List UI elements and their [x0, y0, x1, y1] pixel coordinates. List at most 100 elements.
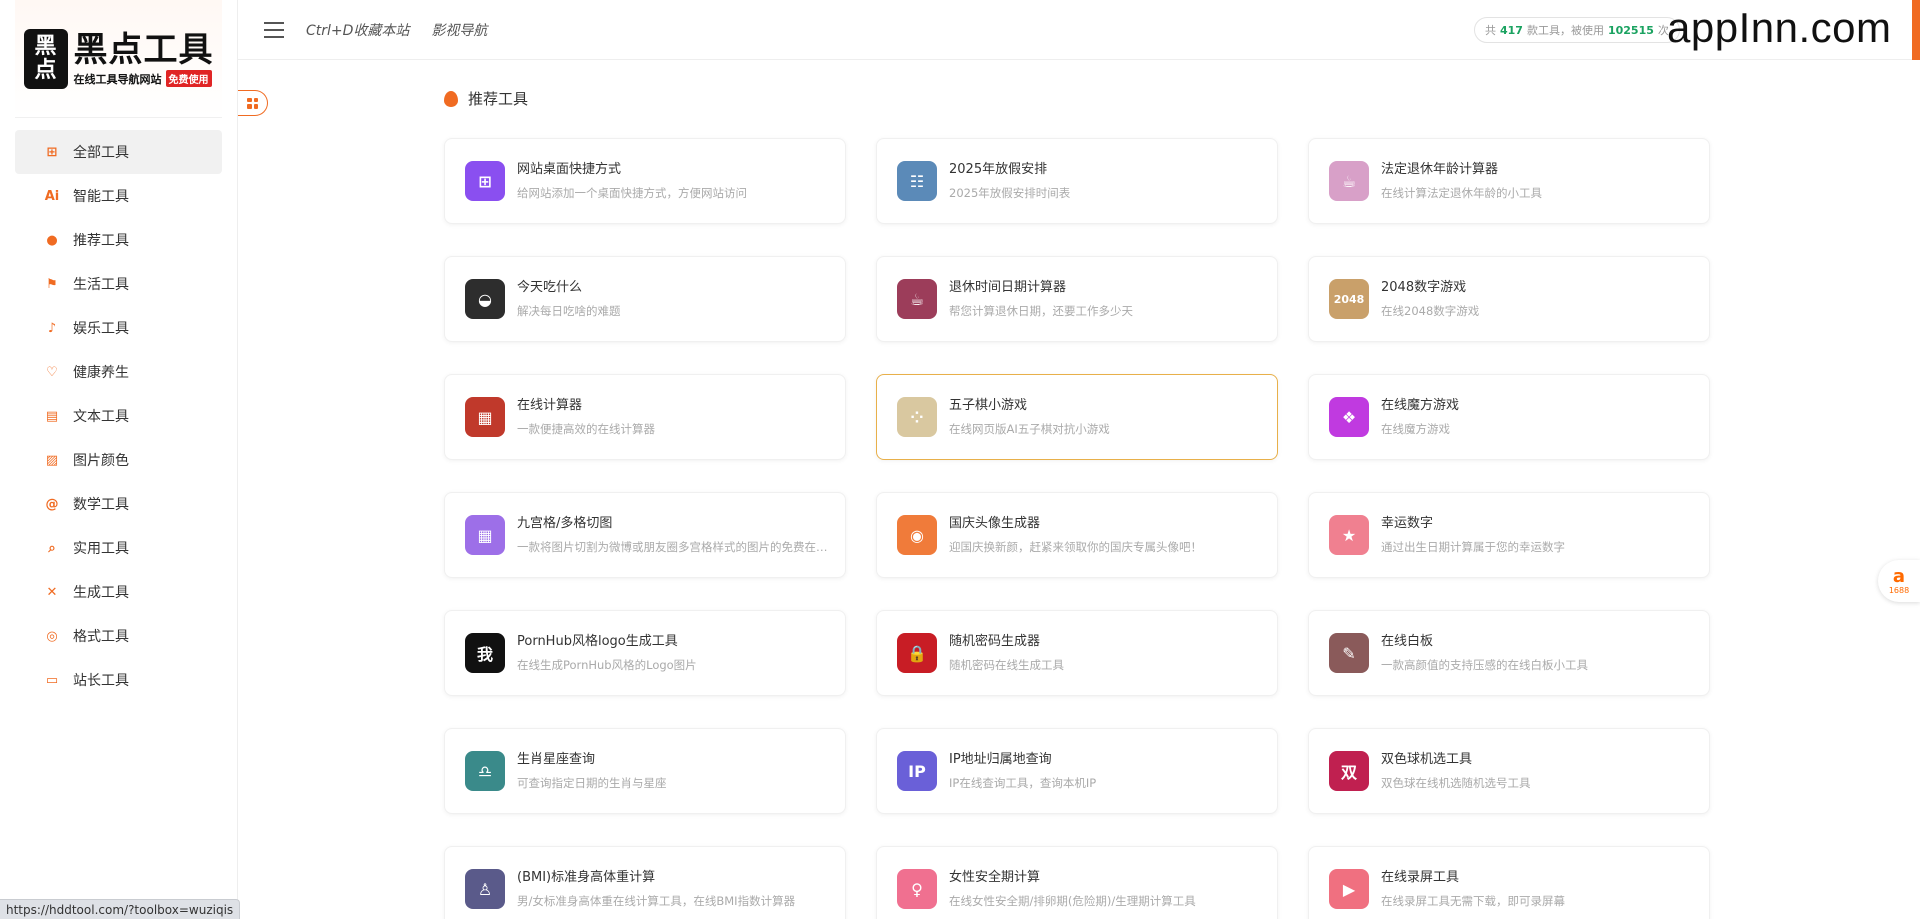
- tool-card[interactable]: ❖ 在线魔方游戏 在线魔方游戏: [1308, 374, 1710, 460]
- status-url: https://hddtool.com/?toolbox=wuziqis: [6, 902, 234, 917]
- sidebar-item-label: 智能工具: [73, 189, 129, 205]
- tool-card[interactable]: 2048 2048数字游戏 在线2048数字游戏: [1308, 256, 1710, 342]
- tool-card-title: PornHub风格logo生成工具: [517, 633, 678, 649]
- tool-card-title: 在线白板: [1381, 633, 1434, 649]
- gomoku-icon: ⁘: [897, 397, 937, 437]
- tool-card-description: 在线女性安全期/排卵期(危险期)/生理期计算工具: [949, 893, 1196, 908]
- tool-card[interactable]: 双双色球机选工具 双色球在线机选随机选号工具: [1308, 728, 1710, 814]
- grid-plus-icon: ⊞: [46, 144, 58, 160]
- nine-grid-icon: ▦: [465, 515, 505, 555]
- code-icon: ◎: [46, 628, 58, 644]
- tool-card[interactable]: ⊞ 网站桌面快捷方式 给网站添加一个桌面快捷方式，方便网站访问: [444, 138, 846, 224]
- stats-use-count: 102515: [1607, 23, 1654, 37]
- sidebar-nav: ⊞ 全部工具 Ai 智能工具 ● 推荐工具 ⚑ 生活工具 ♪ 娱乐工具 ♡ 健康养生 ▤ 文本工具 ▨ 图片颜…: [0, 130, 237, 702]
- sidebar-item[interactable]: @ 数学工具: [15, 482, 222, 526]
- sidebar-item-label: 数学工具: [73, 497, 129, 513]
- tool-card-description: 可查询指定日期的生肖与星座: [517, 775, 667, 790]
- sidebar-item[interactable]: ⚑ 生活工具: [15, 262, 222, 306]
- tool-card-description: 在线计算法定退休年龄的小工具: [1381, 185, 1542, 200]
- sidebar-item[interactable]: ▭ 站长工具: [15, 658, 222, 702]
- tool-card[interactable]: ▦ 在线计算器 一款便捷高效的在线计算器: [444, 374, 846, 460]
- tool-card[interactable]: ◒ 今天吃什么 解决每日吃啥的难题: [444, 256, 846, 342]
- sidebar-item[interactable]: ◎ 格式工具: [15, 614, 222, 658]
- sidebar-item[interactable]: ● 推荐工具: [15, 218, 222, 262]
- tool-card[interactable]: ☕ 退休时间日期计算器 帮您计算退休日期，还要工作多少天: [876, 256, 1278, 342]
- tool-card[interactable]: ☕ 法定退休年龄计算器 在线计算法定退休年龄的小工具: [1308, 138, 1710, 224]
- sidebar-item-label: 生成工具: [73, 585, 129, 601]
- tool-card-title: (BMI)标准身高体重计算: [517, 869, 656, 885]
- tool-card-title: 今天吃什么: [517, 279, 583, 295]
- shortcut-grid-icon: ⊞: [465, 161, 505, 201]
- at-icon: @: [45, 496, 59, 512]
- tool-card[interactable]: ★ 幸运数字通过出生日期计算属于您的幸运数字: [1308, 492, 1710, 578]
- lock-icon: 🔒: [897, 633, 937, 673]
- sidebar-item[interactable]: ▨ 图片颜色: [15, 438, 222, 482]
- tool-card[interactable]: 🔒 随机密码生成器 随机密码在线生成工具: [876, 610, 1278, 696]
- tool-card[interactable]: ♀ 女性安全期计算 在线女性安全期/排卵期(危险期)/生理期计算工具: [876, 846, 1278, 919]
- tool-card-description: 双色球在线机选随机选号工具: [1381, 775, 1531, 790]
- tool-card[interactable]: ▦ 九宫格/多格切图 一款将图片切割为微博或朋友圈多宫格样式的图片的免费在线工具: [444, 492, 846, 578]
- tool-card-description: 解决每日吃啥的难题: [517, 303, 621, 318]
- tool-card[interactable]: ✎ 在线白板 一款高颜值的支持压感的在线白板小工具: [1308, 610, 1710, 696]
- sidebar-item[interactable]: ✕ 生成工具: [15, 570, 222, 614]
- sidebar: 黑 点 黑点工具 在线工具导航网站 免费使用 ⊞ 全部工具 Ai 智能工具 ● 推荐工具 ⚑…: [0, 0, 238, 919]
- logo-generator-icon: 我: [465, 633, 505, 673]
- sidebar-item[interactable]: ♪ 娱乐工具: [15, 306, 222, 350]
- menu-toggle-icon[interactable]: [264, 21, 284, 38]
- sidebar-item[interactable]: ▤ 文本工具: [15, 394, 222, 438]
- ali-logo-icon: a: [1892, 565, 1906, 587]
- tool-card[interactable]: ⁘ 五子棋小游戏 在线网页版AI五子棋对抗小游戏: [876, 374, 1278, 460]
- tool-card[interactable]: ▶ 在线录屏工具 在线录屏工具无需下载，即可录屏幕: [1308, 846, 1710, 919]
- tool-card-title: 网站桌面快捷方式: [517, 161, 622, 177]
- sidebar-item-label: 推荐工具: [73, 233, 129, 249]
- sidebar-item-label: 生活工具: [73, 277, 129, 293]
- sidebar-item[interactable]: Ai 智能工具: [15, 174, 222, 218]
- tool-card-title: 2025年放假安排: [949, 161, 1048, 177]
- sidebar-item-label: 健康养生: [73, 365, 129, 381]
- logo-area[interactable]: 黑 点 黑点工具 在线工具导航网站 免费使用: [15, 0, 222, 118]
- tool-card-description: 2025年放假安排时间表: [949, 185, 1071, 200]
- flag-icon: ⚑: [46, 276, 58, 292]
- sidebar-item-label: 娱乐工具: [73, 321, 129, 337]
- avatar-icon: ◉: [897, 515, 937, 555]
- tool-card-title: IP地址归属地查询: [949, 751, 1052, 767]
- tool-card[interactable]: ♙ (BMI)标准身高体重计算 男/女标准身高体重在线计算工具，在线BMI指数计算器: [444, 846, 846, 919]
- tool-card-title: 2048数字游戏: [1381, 279, 1467, 295]
- sidebar-item[interactable]: ⌕ 实用工具: [15, 526, 222, 570]
- tool-card[interactable]: 我 PornHub风格logo生成工具在线生成PornHub风格的Logo图片: [444, 610, 846, 696]
- logo-subtitle: 在线工具导航网站: [73, 72, 162, 86]
- logo-mark: 黑 点: [23, 28, 68, 89]
- tool-card[interactable]: ◉ 国庆头像生成器 迎国庆换新颜，赶紧来领取你的国庆专属头像吧！: [876, 492, 1278, 578]
- sidebar-item[interactable]: ♡ 健康养生: [15, 350, 222, 394]
- star-icon: ★: [1329, 515, 1369, 555]
- tool-card-description: 迎国庆换新颜，赶紧来领取你的国庆专属头像吧！: [949, 539, 1202, 554]
- site-logo[interactable]: 黑 点 黑点工具 在线工具导航网站 免费使用: [23, 28, 214, 89]
- tool-card-description: 通过出生日期计算属于您的幸运数字: [1381, 539, 1565, 554]
- image-icon: ▨: [45, 452, 59, 468]
- cube-icon: ❖: [1329, 397, 1369, 437]
- sidebar-item[interactable]: ⊞ 全部工具: [15, 130, 222, 174]
- tool-card-title: 生肖星座查询: [517, 751, 596, 767]
- sidebar-item-label: 站长工具: [73, 673, 129, 689]
- tool-card-title: 九宫格/多格切图: [517, 515, 613, 531]
- monitor-icon: ▭: [45, 672, 59, 688]
- tool-card[interactable]: ☷ 2025年放假安排 2025年放假安排时间表: [876, 138, 1278, 224]
- document-icon: ▤: [45, 408, 59, 424]
- tool-card-title: 幸运数字: [1381, 515, 1434, 531]
- browser-status-bar: https://hddtool.com/?toolbox=wuziqis: [0, 899, 241, 919]
- nav-link-video[interactable]: 影视导航: [431, 20, 487, 40]
- tool-card-title: 在线录屏工具: [1381, 869, 1460, 885]
- heart-icon: ♡: [46, 364, 58, 380]
- lottery-ball-icon: 双: [1329, 751, 1369, 791]
- tool-card-description: 男/女标准身高体重在线计算工具，在线BMI指数计算器: [517, 893, 796, 908]
- tool-card[interactable]: ♎ 生肖星座查询 可查询指定日期的生肖与星座: [444, 728, 846, 814]
- tool-card[interactable]: IP IP地址归属地查询 IP在线查询工具，查询本机IP: [876, 728, 1278, 814]
- tool-card-title: 女性安全期计算: [949, 869, 1041, 885]
- tool-card-title: 退休时间日期计算器: [949, 279, 1067, 295]
- tool-card-description: 在线生成PornHub风格的Logo图片: [517, 657, 697, 672]
- tool-card-description: 帮您计算退休日期，还要工作多少天: [949, 303, 1133, 318]
- category-grid-button[interactable]: [238, 90, 268, 116]
- tool-card-title: 五子棋小游戏: [949, 397, 1028, 413]
- ali-1688-badge[interactable]: a 1688: [1878, 560, 1920, 602]
- section-heading: 推荐工具: [444, 88, 528, 109]
